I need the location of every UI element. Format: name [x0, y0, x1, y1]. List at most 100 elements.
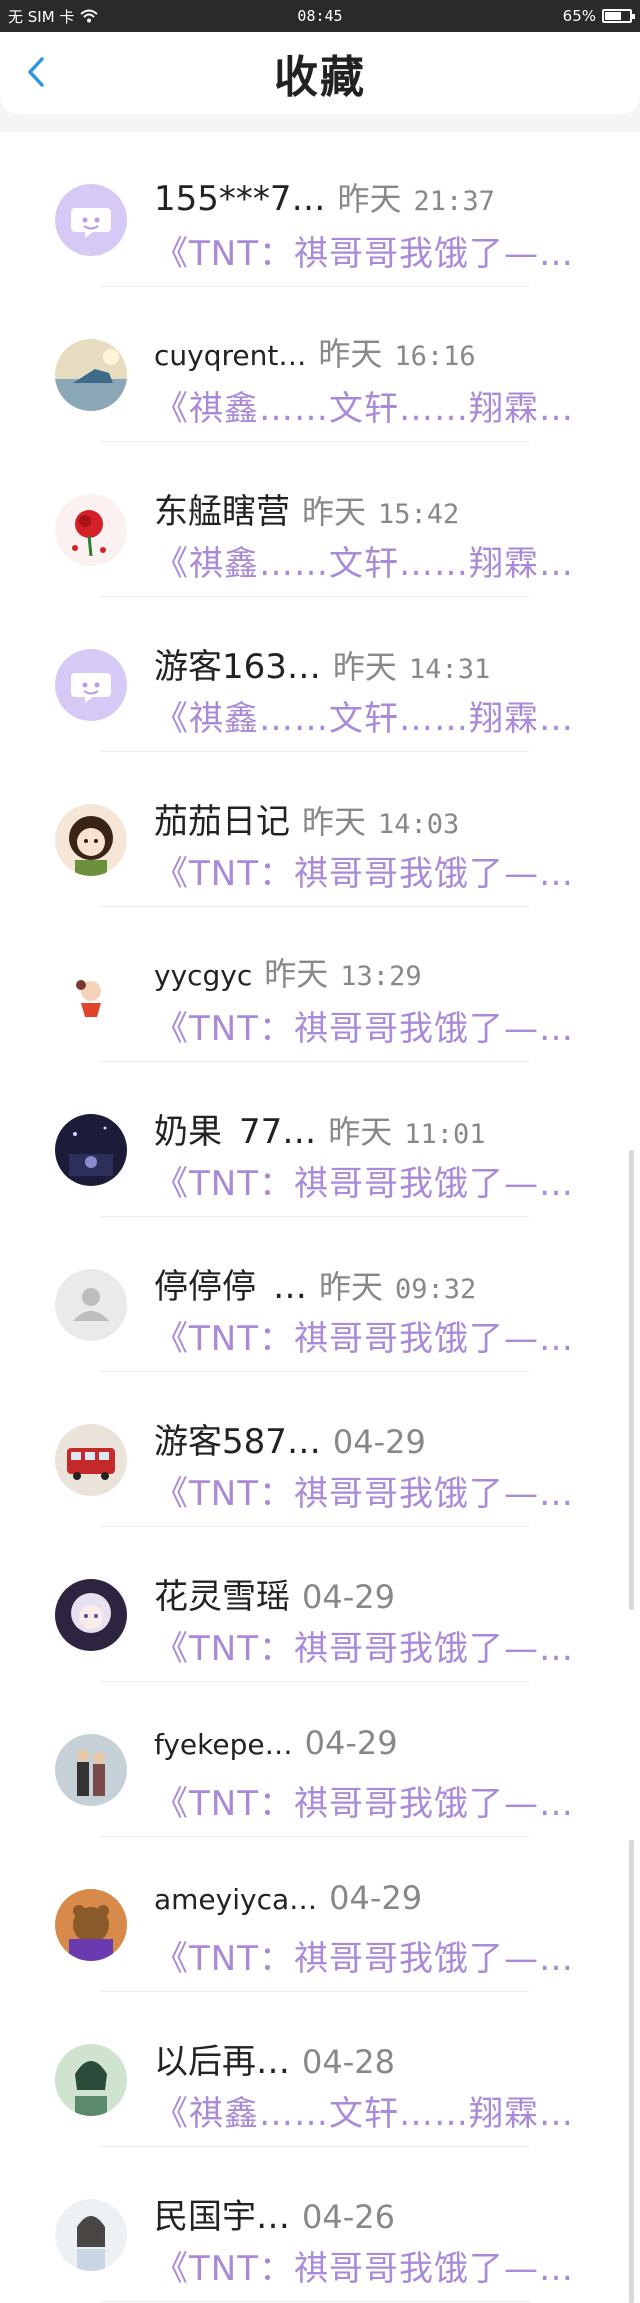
message-preview[interactable]: 《TNT：祺哥哥我饿了—… — [154, 1621, 580, 1665]
message-preview[interactable]: 《TNT：祺哥哥我饿了—… — [154, 1156, 580, 1200]
photo-cartoon-icon — [55, 959, 127, 1031]
item-meta: 停停停_… 昨天 09:32 — [154, 1259, 570, 1303]
username: 东艋瞎营 — [154, 492, 290, 528]
username: 花灵雪瑶 — [154, 1577, 290, 1613]
back-button[interactable] — [16, 52, 56, 92]
message-preview[interactable]: 《祺鑫……文轩……翔霖… — [154, 381, 580, 425]
avatar[interactable] — [55, 184, 127, 256]
message-preview[interactable]: 《TNT：祺哥哥我饿了—… — [154, 2241, 580, 2285]
username: 155***7… — [154, 179, 326, 218]
list-item[interactable]: 民国宇… 04-26 《TNT：祺哥哥我饿了—… — [0, 2147, 640, 2302]
status-left: 无 SIM 卡 — [8, 6, 99, 27]
date-label: 昨天 — [318, 335, 383, 373]
photo-anime-icon — [55, 1579, 127, 1651]
list-item[interactable]: cuyqrent… 昨天 16:16 《祺鑫……文轩……翔霖… — [0, 287, 640, 442]
avatar[interactable] — [55, 339, 127, 411]
time-label: 09:32 — [395, 1274, 477, 1303]
item-meta: 东艋瞎营 昨天 15:42 — [154, 484, 570, 528]
date-label: 04-29 — [304, 1724, 398, 1762]
list-item[interactable]: 花灵雪瑶 04-29 《TNT：祺哥哥我饿了—… — [0, 1527, 640, 1682]
message-preview[interactable]: 《TNT：祺哥哥我饿了—… — [154, 1466, 580, 1510]
message-preview[interactable]: 《祺鑫……文轩……翔霖… — [154, 2086, 580, 2130]
list-item[interactable]: fyekepe… 04-29 《TNT：祺哥哥我饿了—… — [0, 1682, 640, 1837]
item-meta: 花灵雪瑶 04-29 — [154, 1569, 570, 1613]
message-preview[interactable]: 《TNT：祺哥哥我饿了—… — [154, 1931, 580, 1975]
message-preview[interactable]: 《TNT：祺哥哥我饿了—… — [154, 226, 580, 270]
avatar[interactable] — [55, 1889, 127, 1961]
list-item[interactable]: yycgyc 昨天 13:29 《TNT：祺哥哥我饿了—… — [0, 907, 640, 1062]
date-label: 昨天 — [302, 493, 367, 528]
list-item[interactable]: 奶果_77… 昨天 11:01 《TNT：祺哥哥我饿了—… — [0, 1062, 640, 1217]
scrollbar-lower[interactable] — [629, 1840, 634, 2303]
item-meta: yycgyc 昨天 13:29 — [154, 949, 570, 993]
scrollbar[interactable] — [629, 1150, 634, 1610]
date-label: 昨天 — [319, 1268, 384, 1303]
avatar[interactable] — [55, 1579, 127, 1651]
list-item[interactable]: ameyiyca… 04-29 《TNT：祺哥哥我饿了—… — [0, 1837, 640, 1992]
chat-bubble-icon — [55, 649, 127, 721]
message-preview[interactable]: 《TNT：祺哥哥我饿了—… — [154, 1776, 580, 1820]
avatar[interactable] — [55, 1734, 127, 1806]
photo-green-icon — [55, 2044, 127, 2116]
header: 收藏 — [0, 32, 640, 114]
photo-night-icon — [55, 1114, 127, 1186]
item-meta: 奶果_77… 昨天 11:01 — [154, 1104, 570, 1148]
avatar[interactable] — [55, 1269, 127, 1341]
message-preview[interactable]: 《祺鑫……文轩……翔霖… — [154, 691, 580, 735]
photo-rose-icon — [55, 494, 127, 566]
avatar[interactable] — [55, 1114, 127, 1186]
list-item[interactable]: 游客163… 昨天 14:31 《祺鑫……文轩……翔霖… — [0, 597, 640, 752]
chevron-left-icon — [28, 57, 44, 87]
date-label: 04-26 — [302, 2198, 395, 2233]
time-label: 16:16 — [394, 341, 476, 372]
item-meta: 155***7… 昨天 21:37 — [154, 174, 570, 218]
item-meta: 游客163… 昨天 14:31 — [154, 639, 570, 683]
date-label: 04-29 — [329, 1879, 423, 1917]
message-preview[interactable]: 《TNT：祺哥哥我饿了—… — [154, 1311, 580, 1355]
date-label: 昨天 — [264, 955, 329, 993]
message-preview[interactable]: 《TNT：祺哥哥我饿了—… — [154, 1001, 580, 1045]
divider — [100, 2301, 530, 2302]
message-preview[interactable]: 《TNT：祺哥哥我饿了—… — [154, 846, 580, 890]
item-meta: cuyqrent… 昨天 16:16 — [154, 329, 570, 373]
date-label: 04-28 — [302, 2043, 395, 2078]
photo-shoe-icon — [55, 339, 127, 411]
username: 停停停_… — [154, 1267, 307, 1303]
avatar[interactable] — [55, 2199, 127, 2271]
avatar[interactable] — [55, 494, 127, 566]
default-user-icon — [55, 1269, 127, 1341]
date-label: 昨天 — [328, 1113, 393, 1148]
photo-couple-icon — [55, 1734, 127, 1806]
date-label: 04-29 — [332, 1423, 426, 1458]
list-item[interactable]: 停停停_… 昨天 09:32 《TNT：祺哥哥我饿了—… — [0, 1217, 640, 1372]
photo-bear-icon — [55, 1889, 127, 1961]
date-label: 昨天 — [332, 648, 397, 683]
message-preview[interactable]: 《祺鑫……文轩……翔霖… — [154, 536, 580, 580]
username: 游客587… — [154, 1422, 321, 1458]
avatar[interactable] — [55, 649, 127, 721]
item-meta: 游客587… 04-29 — [154, 1414, 570, 1458]
username: fyekepe… — [154, 1728, 293, 1761]
date-label: 04-29 — [302, 1578, 395, 1613]
list-item[interactable]: 茄茄日记 昨天 14:03 《TNT：祺哥哥我饿了—… — [0, 752, 640, 907]
time-label: 13:29 — [340, 961, 422, 992]
avatar[interactable] — [55, 959, 127, 1031]
date-label: 昨天 — [302, 803, 367, 838]
list-item[interactable]: 东艋瞎营 昨天 15:42 《祺鑫……文轩……翔霖… — [0, 442, 640, 597]
avatar[interactable] — [55, 2044, 127, 2116]
list-item[interactable]: 以后再… 04-28 《祺鑫……文轩……翔霖… — [0, 1992, 640, 2147]
username: 奶果_77… — [154, 1112, 317, 1148]
item-meta: 民国宇… 04-26 — [154, 2189, 570, 2233]
favorites-list: 155***7… 昨天 21:37 《TNT：祺哥哥我饿了—… cuyqrent… 昨天 1… — [0, 132, 640, 2303]
date-label: 昨天 — [337, 180, 402, 218]
battery-percent: 65% — [562, 7, 596, 25]
avatar[interactable] — [55, 1424, 127, 1496]
list-item[interactable]: 游客587… 04-29 《TNT：祺哥哥我饿了—… — [0, 1372, 640, 1527]
avatar[interactable] — [55, 804, 127, 876]
list-item[interactable]: 155***7… 昨天 21:37 《TNT：祺哥哥我饿了—… — [0, 132, 640, 287]
time-label: 15:42 — [378, 499, 460, 528]
carrier-text: 无 SIM 卡 — [8, 7, 75, 26]
photo-girl-icon — [55, 804, 127, 876]
item-meta: 茄茄日记 昨天 14:03 — [154, 794, 570, 838]
username: 茄茄日记 — [154, 802, 290, 838]
